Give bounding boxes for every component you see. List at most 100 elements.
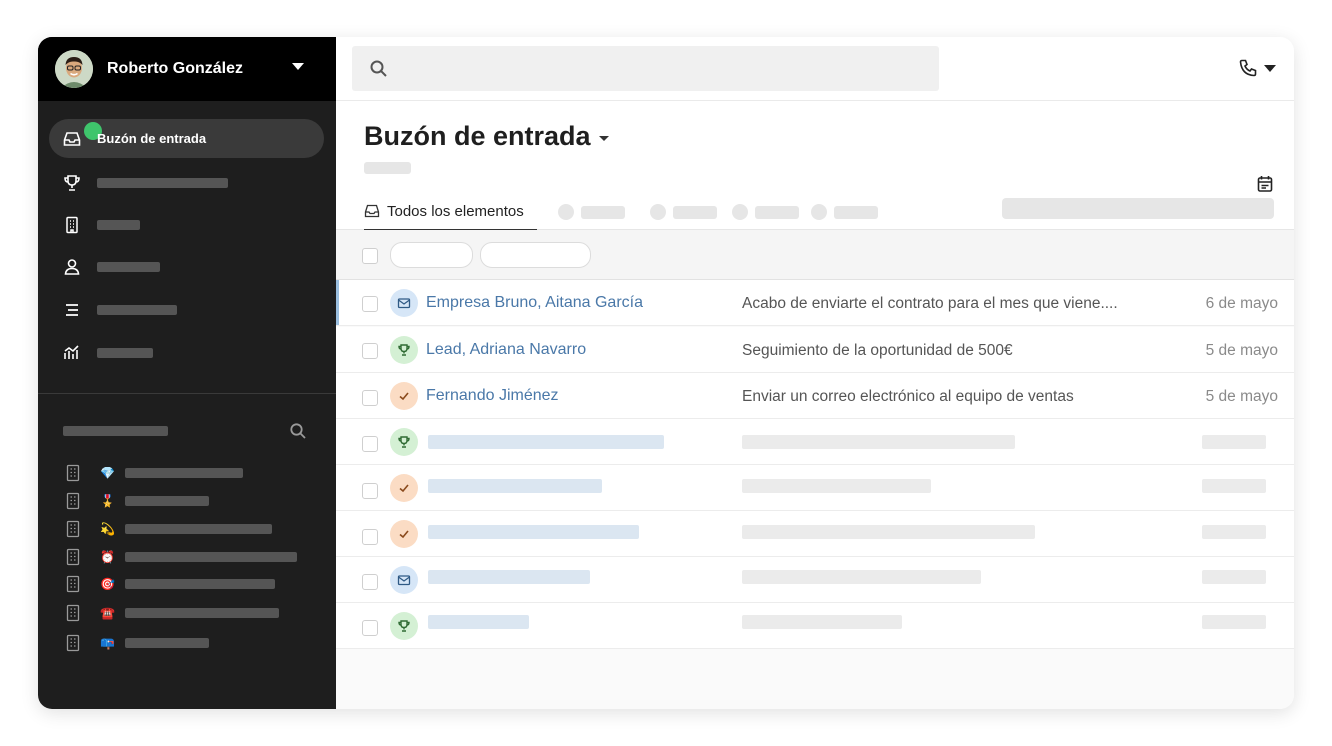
saved-list-label-placeholder (125, 608, 279, 618)
sidebar-item-contacts[interactable] (49, 247, 324, 286)
top-bar (336, 37, 1294, 101)
deal-type-badge (390, 336, 418, 364)
envelope-icon (397, 575, 411, 586)
search-icon[interactable] (289, 422, 307, 440)
user-name: Roberto González (107, 60, 244, 77)
alarm-clock-icon: ⏰ (100, 550, 115, 564)
building-icon (66, 548, 80, 566)
sidebar-item-deals[interactable] (49, 163, 324, 202)
task-type-badge (390, 520, 418, 548)
sidebar-item-reports[interactable] (49, 333, 324, 372)
table-row[interactable] (336, 419, 1294, 465)
search-input[interactable] (352, 46, 939, 91)
calendar-icon[interactable] (1257, 175, 1273, 193)
email-type-badge (390, 289, 418, 317)
row-subject-placeholder (742, 615, 902, 629)
table-row[interactable] (336, 557, 1294, 603)
tab-icon-placeholder (732, 204, 748, 220)
row-subject-placeholder (742, 525, 1035, 539)
building-icon (66, 464, 80, 482)
building-icon (66, 520, 80, 538)
select-all-checkbox[interactable] (362, 248, 378, 264)
trophy-icon (398, 620, 410, 632)
checkmark-icon (399, 392, 409, 401)
main-panel: Buzón de entrada Todos los elementos Emp… (336, 37, 1294, 709)
phone-icon (1239, 59, 1257, 77)
row-date: 6 de mayo (1205, 295, 1278, 312)
row-checkbox[interactable] (362, 343, 378, 359)
row-subject: Acabo de enviarte el contrato para el me… (742, 295, 1118, 312)
filter-pill[interactable] (480, 242, 591, 268)
chevron-down-icon (1264, 65, 1276, 72)
table-row[interactable]: Empresa Bruno, Aitana García Acabo de en… (336, 280, 1294, 326)
tab-label-placeholder (755, 206, 799, 219)
tab-icon-placeholder (650, 204, 666, 220)
email-type-badge (390, 566, 418, 594)
row-name-placeholder (428, 570, 590, 584)
row-name[interactable]: Lead, Adriana Navarro (426, 341, 586, 359)
user-menu[interactable]: Roberto González (38, 37, 336, 101)
table-row[interactable] (336, 465, 1294, 511)
tab-all-items[interactable]: Todos los elementos (364, 191, 537, 231)
row-date-placeholder (1202, 525, 1266, 539)
table-row[interactable] (336, 603, 1294, 649)
saved-list-label-placeholder (125, 496, 209, 506)
row-checkbox[interactable] (362, 529, 378, 545)
tab-label: Todos los elementos (387, 203, 524, 220)
row-subject: Enviar un correo electrónico al equipo d… (742, 388, 1074, 405)
phone-menu-button[interactable] (1238, 57, 1278, 79)
trophy-icon (398, 344, 410, 356)
row-checkbox[interactable] (362, 483, 378, 499)
row-checkbox[interactable] (362, 436, 378, 452)
row-date-placeholder (1202, 435, 1266, 449)
row-date: 5 de mayo (1205, 388, 1278, 405)
inbox-icon (364, 204, 380, 218)
task-type-badge (390, 474, 418, 502)
person-icon (64, 259, 80, 275)
saved-list-label-placeholder (125, 579, 275, 589)
row-checkbox[interactable] (362, 574, 378, 590)
chevron-down-icon[interactable] (292, 63, 304, 70)
building-icon (66, 216, 78, 234)
filter-input-placeholder[interactable] (1002, 198, 1274, 219)
deal-type-badge (390, 428, 418, 456)
saved-list-label-placeholder (125, 552, 297, 562)
chart-icon (64, 345, 79, 359)
table-row[interactable] (336, 511, 1294, 557)
subtitle-placeholder (364, 162, 411, 174)
row-checkbox[interactable] (362, 620, 378, 636)
sidebar-item-placeholder (97, 348, 153, 358)
list-toolbar (336, 230, 1294, 280)
deal-type-badge (390, 612, 418, 640)
sidebar-item-placeholder (97, 262, 160, 272)
mailbox-icon: 📪 (100, 636, 115, 650)
row-checkbox[interactable] (362, 296, 378, 312)
checkmark-icon (399, 530, 409, 539)
row-name[interactable]: Empresa Bruno, Aitana García (426, 294, 643, 312)
dizzy-star-icon: 💫 (100, 522, 115, 536)
row-name[interactable]: Fernando Jiménez (426, 387, 559, 405)
envelope-icon (397, 298, 411, 309)
tab-label-placeholder (581, 206, 625, 219)
row-name-placeholder (428, 479, 602, 493)
filter-pill[interactable] (390, 242, 473, 268)
inbox-icon (63, 132, 81, 146)
building-icon (66, 604, 80, 622)
tab-label-placeholder (834, 206, 878, 219)
sidebar-item-inbox[interactable]: Buzón de entrada (49, 119, 324, 158)
table-row[interactable]: Fernando Jiménez Enviar un correo electr… (336, 373, 1294, 419)
row-date-placeholder (1202, 570, 1266, 584)
trophy-icon (64, 175, 80, 191)
sidebar-item-placeholder (97, 220, 140, 230)
app-window: Roberto González Buzón de entrada 💎 🎖️ 💫… (38, 37, 1294, 709)
tab-label-placeholder (673, 206, 717, 219)
row-checkbox[interactable] (362, 390, 378, 406)
row-date: 5 de mayo (1205, 342, 1278, 359)
sidebar: Roberto González Buzón de entrada 💎 🎖️ 💫… (38, 37, 336, 709)
table-row[interactable]: Lead, Adriana Navarro Seguimiento de la … (336, 327, 1294, 373)
page-title: Buzón de entrada (364, 121, 591, 151)
sidebar-item-placeholder (97, 305, 177, 315)
sidebar-item-companies[interactable] (49, 205, 324, 244)
sidebar-item-lists[interactable] (49, 290, 324, 329)
chevron-down-icon[interactable] (599, 136, 609, 141)
